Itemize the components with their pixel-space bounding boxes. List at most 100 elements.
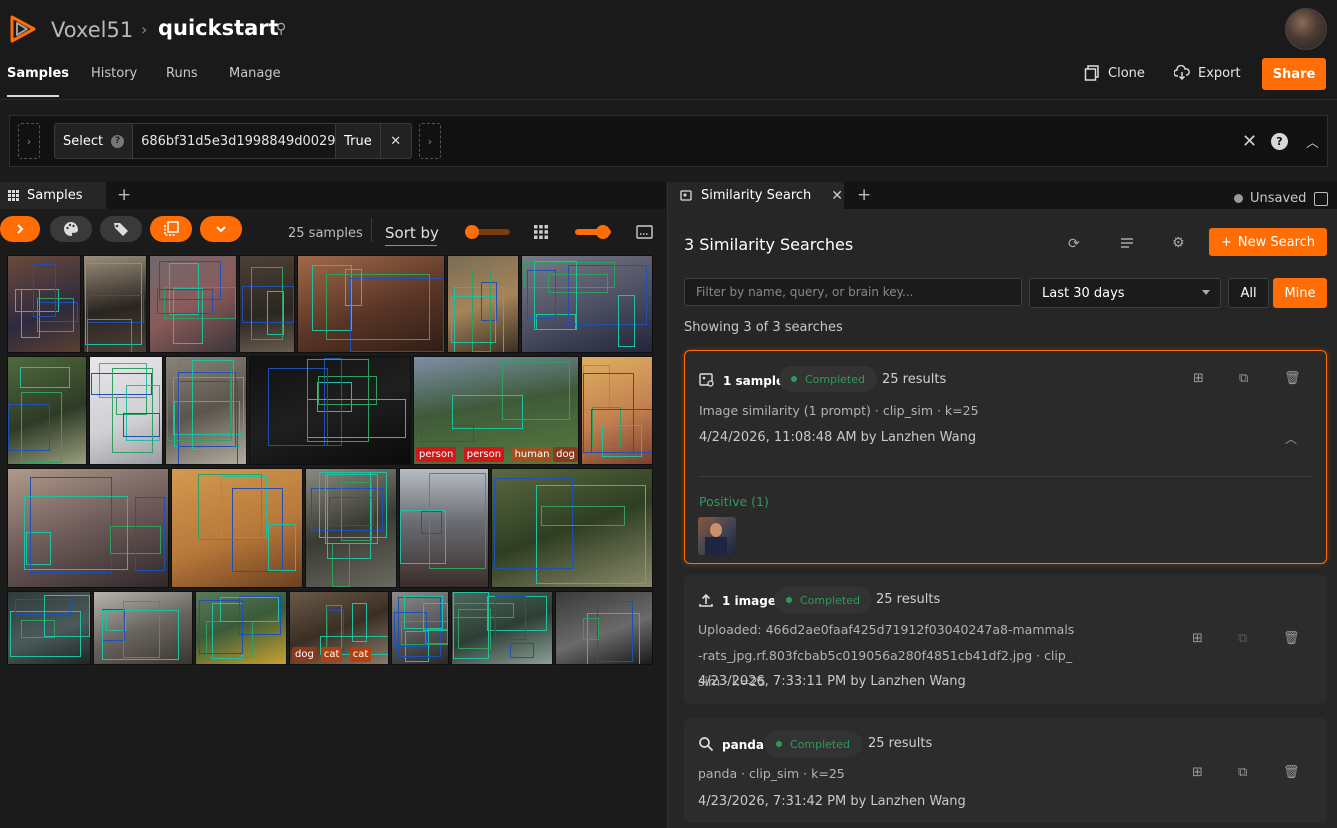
clone-button[interactable]: Clone — [1084, 65, 1145, 81]
sample-tile[interactable]: dog cat cat — [289, 591, 389, 665]
detection-box — [32, 263, 56, 318]
help-icon[interactable]: ? — [1271, 133, 1288, 150]
collapse-card-icon[interactable]: ︿ — [1285, 430, 1299, 446]
fit-view-icon[interactable] — [636, 225, 653, 239]
add-stage-before-button[interactable]: › — [18, 123, 40, 159]
sample-tile[interactable] — [89, 356, 163, 465]
apply-grid-icon[interactable]: ⊞ — [1193, 371, 1207, 386]
showing-count: Showing 3 of 3 searches — [684, 320, 843, 335]
settings-gear-icon[interactable]: ⚙ — [1172, 235, 1185, 251]
detection-box — [112, 368, 154, 453]
delete-icon[interactable]: 🗑 — [1283, 631, 1300, 646]
toolbar-divider — [371, 218, 372, 242]
search-card-1[interactable]: 1 sample Completed 25 results Image simi… — [684, 350, 1327, 564]
tab-manage[interactable]: Manage — [229, 66, 281, 81]
sample-tile[interactable] — [297, 255, 445, 353]
grid-view-icon[interactable] — [534, 225, 548, 239]
new-search-button[interactable]: + New Search — [1209, 228, 1327, 256]
dataset-name[interactable]: quickstart — [158, 16, 279, 40]
clone-search-icon[interactable]: ⧉ — [1238, 765, 1252, 780]
sample-tile[interactable] — [171, 468, 303, 588]
sample-tile[interactable] — [521, 255, 653, 353]
remove-stage-button[interactable]: ✕ — [381, 124, 411, 158]
sample-tile[interactable] — [451, 591, 553, 665]
sample-tile[interactable] — [555, 591, 653, 665]
search-date: 4/24/2026, 11:08:48 AM by Lanzhen Wang — [699, 430, 977, 445]
search-title: panda — [722, 738, 764, 752]
tab-samples-panel[interactable]: Samples — [0, 182, 106, 209]
tab-runs[interactable]: Runs — [166, 66, 198, 81]
sidebar-toggle-button[interactable] — [0, 216, 40, 242]
user-avatar[interactable] — [1285, 8, 1327, 50]
clear-view-button[interactable]: ✕ — [1242, 131, 1257, 152]
delete-icon[interactable]: 🗑 — [1283, 765, 1300, 780]
delete-icon[interactable]: 🗑 — [1284, 371, 1301, 386]
sort-by-dropdown[interactable]: Sort by — [385, 224, 439, 242]
tab-similarity-search[interactable]: Similarity Search ✕ — [668, 182, 844, 209]
sample-tile[interactable] — [581, 356, 653, 465]
search-filter-input[interactable]: Filter by name, query, or brain key... — [684, 278, 1022, 306]
split-layout-icon[interactable] — [1314, 192, 1328, 206]
apply-grid-icon[interactable]: ⊞ — [1192, 631, 1206, 646]
tag-button[interactable] — [100, 216, 142, 242]
brand-name[interactable]: Voxel51 — [51, 18, 133, 42]
sample-tile[interactable] — [7, 591, 91, 665]
sample-tile[interactable] — [491, 468, 653, 588]
detection-box — [451, 296, 497, 344]
voxel51-logo-icon[interactable] — [8, 14, 38, 44]
positive-sample-thumbnail[interactable] — [698, 517, 736, 555]
sample-tile[interactable] — [7, 468, 169, 588]
tab-history[interactable]: History — [91, 66, 137, 81]
sample-tile[interactable] — [93, 591, 193, 665]
share-button[interactable]: Share — [1262, 58, 1326, 90]
add-panel-button[interactable]: + — [117, 185, 131, 205]
scope-mine-toggle[interactable]: Mine — [1273, 278, 1327, 308]
sample-tile[interactable] — [249, 356, 411, 465]
selection-icon — [164, 221, 179, 236]
stage-help-icon[interactable]: ? — [111, 134, 125, 148]
positive-label: Positive (1) — [699, 494, 769, 509]
sample-tile[interactable]: person person human dog — [413, 356, 579, 465]
stage-sample-ids[interactable]: 686bf31d5e3d1998849d0029,... — [133, 124, 337, 158]
sample-tile[interactable] — [399, 468, 489, 588]
add-panel-button[interactable]: + — [857, 185, 871, 205]
export-button[interactable]: Export — [1174, 65, 1241, 81]
sample-tile[interactable] — [305, 468, 397, 588]
search-card-3[interactable]: panda Completed 25 results panda · clip_… — [684, 718, 1327, 823]
sample-tile[interactable] — [83, 255, 147, 353]
selection-actions-button[interactable] — [150, 216, 192, 242]
collapse-bar-icon[interactable]: ︿ — [1306, 132, 1319, 151]
search-card-2[interactable]: 1 image Completed 25 results Uploaded: 4… — [684, 575, 1327, 704]
pin-icon[interactable]: ⚲ — [276, 21, 286, 37]
clone-search-icon: ⧉ — [1238, 631, 1248, 646]
stage-name[interactable]: Select? — [55, 124, 134, 158]
view-bar: › Select? 686bf31d5e3d1998849d0029,... T… — [9, 115, 1328, 167]
refresh-icon[interactable]: ⟳ — [1068, 236, 1080, 252]
grid-size-slider-handle[interactable] — [596, 225, 610, 239]
select-stage[interactable]: Select? 686bf31d5e3d1998849d0029,... Tru… — [54, 123, 412, 159]
sample-tile[interactable] — [149, 255, 237, 353]
stage-ordered-flag[interactable]: True — [336, 124, 381, 158]
close-tab-icon[interactable]: ✕ — [831, 188, 843, 204]
sample-tile[interactable] — [7, 356, 87, 465]
apply-grid-icon[interactable]: ⊞ — [1192, 765, 1206, 780]
color-options-button[interactable] — [50, 216, 92, 242]
sample-tile[interactable] — [447, 255, 519, 353]
detection-box — [306, 359, 369, 443]
clone-search-icon[interactable]: ⧉ — [1239, 371, 1253, 386]
detection-box — [198, 473, 262, 540]
tab-samples[interactable]: Samples — [7, 66, 69, 81]
sort-list-icon[interactable] — [1120, 237, 1134, 249]
sample-tile[interactable] — [7, 255, 81, 353]
detection-box — [325, 473, 379, 545]
add-stage-after-button[interactable]: › — [419, 123, 441, 159]
date-range-select[interactable]: Last 30 days — [1029, 278, 1221, 308]
sample-tile[interactable] — [391, 591, 449, 665]
sample-tile[interactable] — [165, 356, 247, 465]
sample-tile[interactable] — [239, 255, 295, 353]
sample-tile[interactable] — [195, 591, 287, 665]
more-actions-button[interactable] — [200, 216, 242, 242]
scope-all-toggle[interactable]: All — [1228, 278, 1269, 308]
zoom-slider-handle[interactable] — [465, 225, 479, 239]
similarity-search-panel: Similarity Search ✕ + Unsaved 3 Similari… — [667, 182, 1337, 828]
